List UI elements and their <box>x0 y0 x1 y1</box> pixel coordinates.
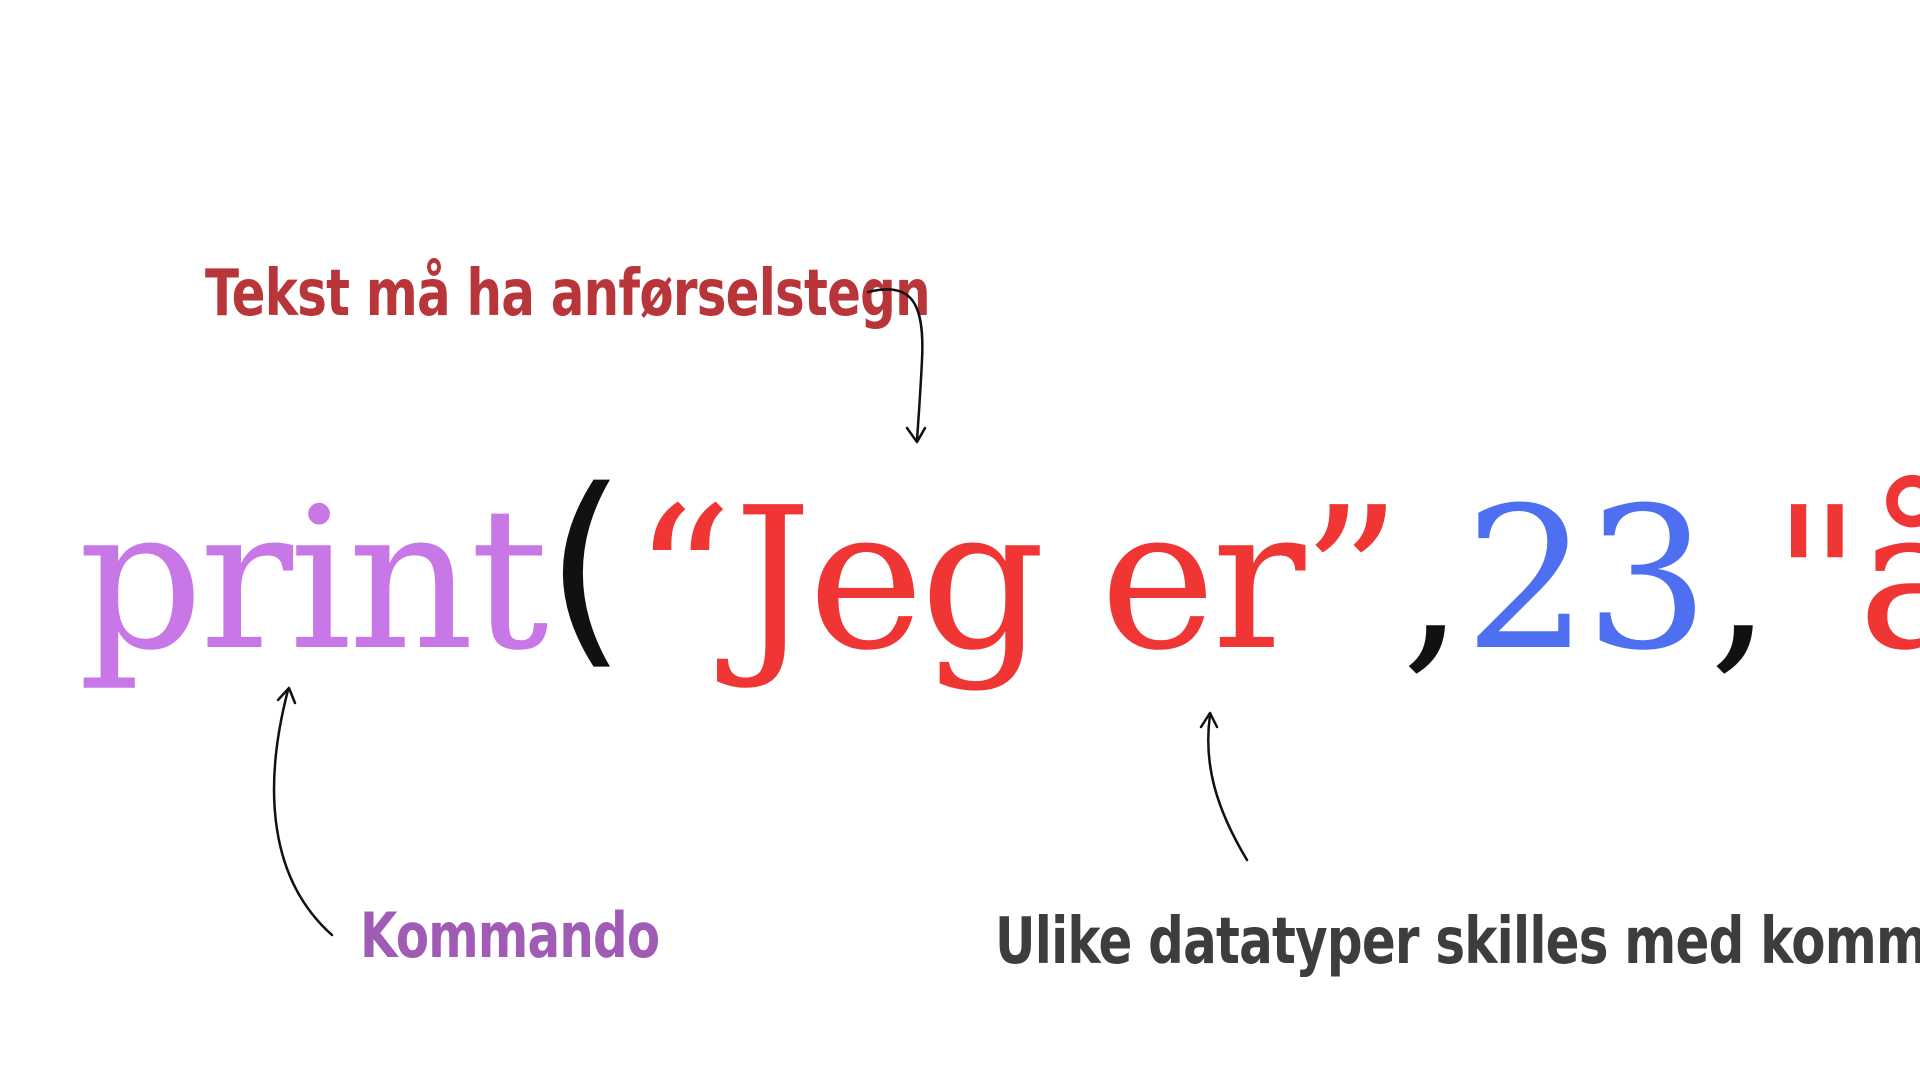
code-comma-first: , <box>1401 466 1464 694</box>
code-string-ar: "år" <box>1771 466 1920 694</box>
code-number-23: 23 <box>1464 466 1709 694</box>
diagram-canvas: Tekst må ha anførselstegn print(“Jeg er”… <box>0 0 1920 1080</box>
code-comma-second: , <box>1709 466 1771 694</box>
code-string-jeg-er: “Jeg er” <box>632 466 1402 694</box>
arrow-types-to-comma <box>1199 711 1249 862</box>
annotation-command: Kommando <box>360 899 660 972</box>
code-paren-open: ( <box>544 444 627 689</box>
code-command-print: print <box>78 466 549 694</box>
arrow-command-to-print <box>272 686 334 937</box>
code-print-statement: print(“Jeg er”,23,"år") <box>78 462 1920 694</box>
annotation-text-quotes: Tekst må ha anførselstegn <box>205 257 931 331</box>
annotation-datatypes-comma: Ulike datatyper skilles med kommategn <box>995 905 1920 979</box>
